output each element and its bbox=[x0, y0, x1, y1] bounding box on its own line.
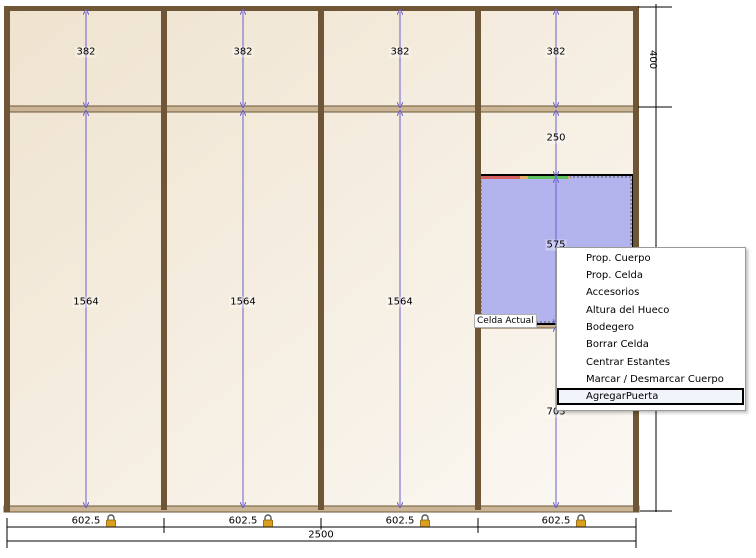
total-width-label: 2500 bbox=[307, 529, 335, 541]
divider-1 bbox=[161, 8, 167, 510]
menu-item-bodegero[interactable]: Bodegero bbox=[559, 319, 742, 336]
height-label-col4-mid: 250 bbox=[545, 132, 567, 144]
height-label-right-top: 400 bbox=[647, 50, 658, 70]
menu-item-marcar-cuerpo[interactable]: Marcar / Desmarcar Cuerpo bbox=[559, 371, 742, 388]
height-label-col1-top: 382 bbox=[75, 46, 97, 58]
menu-item-altura-hueco[interactable]: Altura del Hueco bbox=[559, 302, 742, 319]
width-label-col1: 602.5 bbox=[70, 515, 102, 527]
width-label-col2: 602.5 bbox=[227, 515, 259, 527]
menu-item-prop-celda[interactable]: Prop. Celda bbox=[559, 267, 742, 284]
menu-item-accesorios[interactable]: Accesorios bbox=[559, 284, 742, 301]
height-label-col4-top: 382 bbox=[545, 46, 567, 58]
lock-icon[interactable] bbox=[576, 514, 586, 527]
current-cell-label: Celda Actual bbox=[474, 314, 537, 328]
context-menu: Prop. Cuerpo Prop. Celda Accesorios Altu… bbox=[556, 247, 746, 411]
height-label-col3: 1564 bbox=[386, 296, 414, 308]
width-label-col3: 602.5 bbox=[384, 515, 416, 527]
menu-item-agregar-puerta[interactable]: AgregarPuerta bbox=[557, 388, 744, 405]
divider-2 bbox=[318, 8, 324, 510]
width-label-col4: 602.5 bbox=[540, 515, 572, 527]
menu-item-prop-cuerpo[interactable]: Prop. Cuerpo bbox=[559, 250, 742, 267]
height-label-col2: 1564 bbox=[229, 296, 257, 308]
lock-icon[interactable] bbox=[420, 514, 430, 527]
menu-item-borrar-celda[interactable]: Borrar Celda bbox=[559, 336, 742, 353]
height-label-col1: 1564 bbox=[72, 296, 100, 308]
height-label-col2-top: 382 bbox=[232, 46, 254, 58]
height-label-col3-top: 382 bbox=[389, 46, 411, 58]
lock-icon[interactable] bbox=[263, 514, 273, 527]
divider-3 bbox=[475, 8, 481, 510]
side-left bbox=[4, 6, 10, 512]
lock-icon[interactable] bbox=[106, 514, 116, 527]
menu-item-centrar-estantes[interactable]: Centrar Estantes bbox=[559, 354, 742, 371]
